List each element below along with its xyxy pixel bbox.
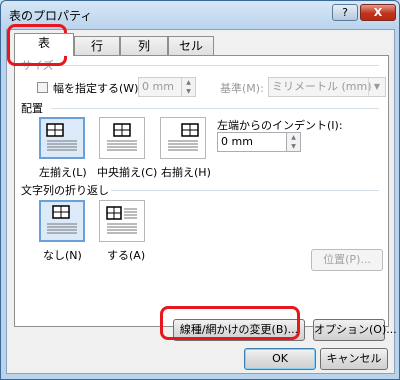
- tab-table[interactable]: 表: [14, 33, 74, 56]
- wrap-around-label: する(A): [107, 249, 146, 262]
- dialog-body: 表 行 列 セル サイズ 幅を指定する(W): 0 mm ▲ ▼ 基準(M): ミ…: [6, 29, 397, 374]
- align-left-option[interactable]: [39, 117, 85, 159]
- indent-input[interactable]: 0 mm ▲ ▼: [217, 132, 301, 152]
- ok-button[interactable]: OK: [244, 348, 316, 370]
- alignment-group-label: 配置: [21, 102, 43, 115]
- width-checkbox[interactable]: [37, 82, 48, 93]
- unit-value: ミリメートル (mm): [272, 80, 372, 93]
- wrap-none-label: なし(N): [43, 249, 82, 262]
- wrap-none-icon: [47, 205, 77, 234]
- align-right-option[interactable]: [160, 117, 206, 159]
- close-button[interactable]: X: [360, 4, 396, 21]
- width-spinner-icon[interactable]: ▲ ▼: [181, 78, 195, 96]
- indent-spinner-icon[interactable]: ▲ ▼: [286, 133, 300, 151]
- size-group-label: サイズ: [21, 59, 54, 72]
- tab-column[interactable]: 列: [120, 36, 168, 56]
- unit-label: 基準(M):: [220, 82, 264, 95]
- help-button[interactable]: ?: [332, 4, 358, 21]
- size-divider: [59, 65, 379, 66]
- alignment-divider: [51, 108, 379, 109]
- wrapping-group-label: 文字列の折り返し: [21, 184, 109, 197]
- wrap-around-option[interactable]: [99, 200, 145, 242]
- options-button[interactable]: オプション(O)...: [313, 319, 397, 341]
- wrapping-divider: [111, 190, 379, 191]
- align-left-icon: [46, 123, 77, 151]
- dialog-window: 表のプロパティ ? X 表 行 列 セル サイズ 幅を指定する(W): 0 mm…: [0, 0, 400, 380]
- wrap-around-icon: [106, 206, 137, 234]
- indent-value: 0 mm: [221, 135, 253, 148]
- width-checkbox-label: 幅を指定する(W):: [53, 82, 143, 95]
- align-right-label: 右揃え(H): [161, 166, 211, 179]
- width-value: 0 mm: [142, 80, 174, 93]
- align-left-label: 左揃え(L): [39, 166, 87, 179]
- unit-select[interactable]: ミリメートル (mm) ▼: [268, 77, 386, 97]
- chevron-down-icon: ▼: [368, 78, 385, 96]
- wrap-none-option[interactable]: [39, 200, 85, 242]
- align-center-option[interactable]: [99, 117, 145, 159]
- tab-panel-table: サイズ 幅を指定する(W): 0 mm ▲ ▼ 基準(M): ミリメートル (mm…: [14, 55, 397, 341]
- title-bar[interactable]: 表のプロパティ ? X: [1, 1, 399, 29]
- tab-row[interactable]: 行: [74, 36, 120, 56]
- borders-shading-button[interactable]: 線種/網かけの変更(B)...: [173, 319, 305, 341]
- tab-cell[interactable]: セル: [168, 36, 214, 56]
- align-center-icon: [107, 123, 137, 151]
- cancel-button[interactable]: キャンセル: [320, 348, 388, 370]
- align-right-icon: [168, 123, 199, 151]
- position-button[interactable]: 位置(P)...: [311, 249, 383, 271]
- width-input[interactable]: 0 mm ▲ ▼: [138, 77, 196, 97]
- align-center-label: 中央揃え(C): [97, 166, 158, 179]
- window-title: 表のプロパティ: [9, 9, 93, 23]
- indent-label: 左端からのインデント(I):: [217, 119, 343, 132]
